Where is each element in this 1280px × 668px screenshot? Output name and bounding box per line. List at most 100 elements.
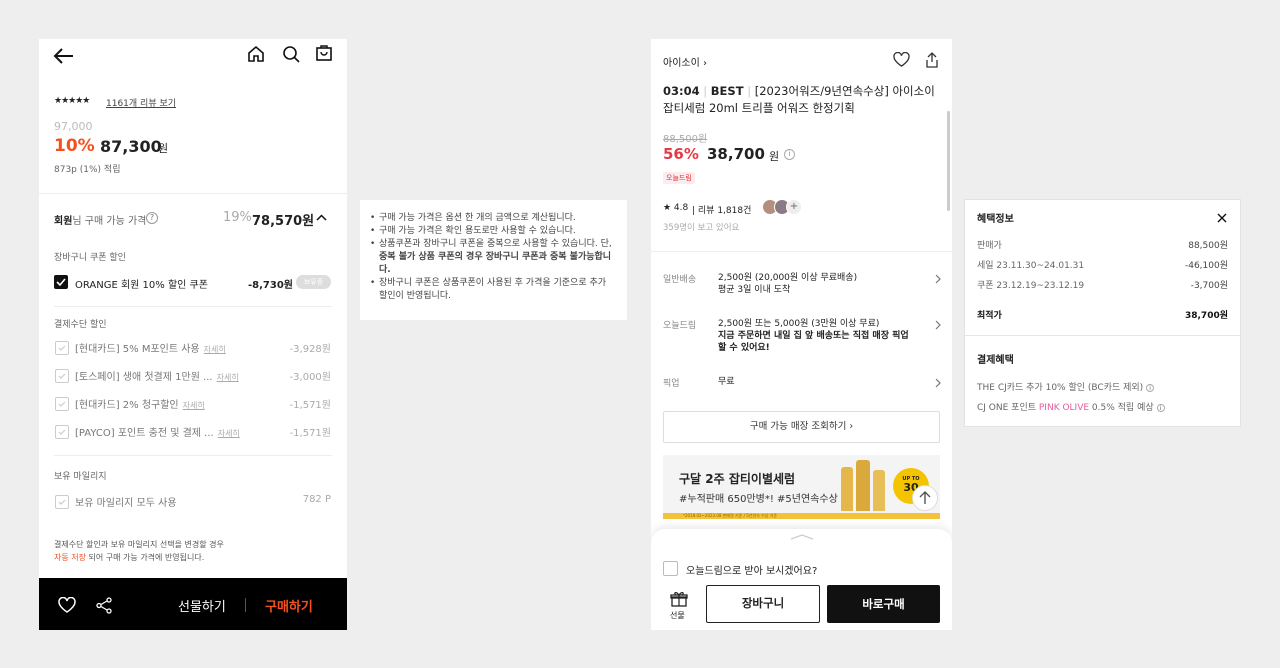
shipping-option-row[interactable]: 일반배송 2,500원 (20,000원 이상 무료배송) 평균 3일 이내 도착 bbox=[663, 272, 941, 308]
payment-amount: -3,928원 bbox=[289, 344, 331, 355]
benefit-row: 세일 23.11.30~24.01.31 -46,100원 bbox=[977, 261, 1228, 271]
payment-discount-row[interactable]: [현대카드] 5% M포인트 사용 자세히 -3,928원 bbox=[55, 338, 331, 358]
serum-bottle-image bbox=[841, 467, 853, 511]
promo-banner[interactable]: 구달 2주 잡티이별세럼 #누적판매 650만병*! #5년연속수상 *2018… bbox=[663, 455, 940, 519]
payment-label: [현대카드] 2% 청구할인 자세히 bbox=[75, 400, 205, 411]
shipping-detail: 2,500원 (20,000원 이상 무료배송) 평균 3일 이내 도착 bbox=[718, 273, 858, 295]
payment-discount-title: 결제수단 할인 bbox=[54, 320, 107, 330]
serum-bottle-image bbox=[873, 470, 885, 511]
scrollbar[interactable] bbox=[947, 111, 950, 211]
info-icon[interactable]: i bbox=[1156, 404, 1165, 412]
gift-box-icon[interactable] bbox=[670, 591, 688, 607]
sheet-handle-icon[interactable] bbox=[790, 534, 814, 540]
scroll-top-button[interactable] bbox=[912, 485, 938, 511]
detail-link[interactable]: 자세히 bbox=[218, 429, 240, 438]
divider bbox=[39, 193, 347, 194]
payment-amount: -3,000원 bbox=[289, 372, 331, 383]
tooltip-note: 상품쿠폰과 장바구니 쿠폰을 중복으로 사용할 수 있습니다. 단, 중복 불가… bbox=[370, 238, 617, 277]
points-text: 873p (1%) 적립 bbox=[54, 165, 121, 175]
rating-stars: ★★★★★ bbox=[54, 96, 90, 106]
banner-footnote: *2018.02~2023.08 판매량 기준 / 5년연속 수상 기준 bbox=[683, 513, 778, 518]
search-icon[interactable] bbox=[282, 45, 300, 63]
price-unit: 원 bbox=[769, 150, 780, 163]
store-lookup-button[interactable]: 구매 가능 매장 조회하기 › bbox=[663, 411, 940, 443]
payment-checkbox[interactable] bbox=[55, 397, 69, 411]
product-detail-panel: 아이소이 › 03:04 | BEST | [2023어워즈/9년연속수상] 아… bbox=[651, 39, 952, 630]
tooltip-note: 장바구니 쿠폰은 상품쿠폰이 사용된 후 가격을 기준으로 추가 할인이 반영됩… bbox=[370, 277, 617, 303]
card-benefit-line: THE CJ카드 추가 10% 할인 (BC카드 제외) i bbox=[977, 380, 1228, 393]
payment-benefit-title: 결제혜택 bbox=[977, 355, 1014, 366]
payment-amount: -1,571원 bbox=[289, 400, 331, 411]
shipping-option-row[interactable]: 픽업 무료 bbox=[663, 376, 941, 412]
lowest-price-row: 최적가 38,700원 bbox=[977, 311, 1228, 321]
chevron-right-icon[interactable] bbox=[935, 274, 941, 284]
buy-now-button[interactable]: 바로구매 bbox=[827, 585, 940, 623]
payment-label: [PAYCO] 포인트 충전 및 결제 ... 자세히 bbox=[75, 428, 240, 439]
chevron-up-icon[interactable] bbox=[316, 214, 327, 221]
info-icon[interactable]: i bbox=[1146, 384, 1155, 392]
chevron-right-icon[interactable] bbox=[935, 378, 941, 388]
banner-subtitle: #누적판매 650만병*! #5년연속수상 bbox=[679, 494, 838, 505]
shipping-option-row[interactable]: 오늘드림 2,500원 또는 5,000원 (3만원 이상 무료) 지금 주문하면 … bbox=[663, 318, 941, 354]
member-price-panel: ★★★★★ 1161개 리뷰 보기 97,000 10% 87,300 원 87… bbox=[39, 39, 347, 630]
chevron-right-icon[interactable] bbox=[935, 320, 941, 330]
mileage-amount: 782 P bbox=[302, 494, 331, 505]
auto-save-link[interactable]: 자동 저장 bbox=[54, 553, 86, 562]
benefit-info-panel: 혜택정보 판매가 88,500원 세일 23.11.30~24.01.31 -46,1… bbox=[964, 199, 1241, 427]
coupon-checkbox[interactable] bbox=[54, 275, 68, 289]
member-rate: 19% bbox=[223, 210, 252, 225]
coupon-amount: -8,730원 bbox=[248, 280, 293, 291]
share-upload-icon[interactable] bbox=[925, 52, 939, 68]
payment-discount-row[interactable]: [PAYCO] 포인트 충전 및 결제 ... 자세히 -1,571원 bbox=[55, 422, 331, 442]
payment-amount: -1,571원 bbox=[289, 428, 331, 439]
share-icon[interactable] bbox=[96, 597, 113, 614]
more-avatars-button[interactable]: + bbox=[786, 199, 802, 215]
gift-button[interactable]: 선물하기 bbox=[178, 596, 226, 615]
today-delivery-checkbox[interactable] bbox=[663, 561, 678, 576]
brand-link[interactable]: 아이소이 › bbox=[663, 54, 707, 69]
cart-button[interactable]: 장바구니 bbox=[706, 585, 820, 623]
today-delivery-tag: 오늘드림 bbox=[663, 172, 695, 184]
heart-icon[interactable] bbox=[58, 597, 76, 613]
cjone-benefit-line: CJ ONE 포인트 PINK OLIVE 0.5% 적립 예상 i bbox=[977, 400, 1228, 413]
shipping-detail: 무료 bbox=[718, 377, 735, 387]
sale-price: 38,700 bbox=[707, 145, 765, 163]
detail-link[interactable]: 자세히 bbox=[183, 401, 205, 410]
payment-checkbox[interactable] bbox=[55, 341, 69, 355]
benefit-title: 혜택정보 bbox=[977, 214, 1014, 225]
help-icon[interactable]: ? bbox=[146, 212, 158, 224]
price-tooltip-panel: 구매 가능 가격은 옵션 한 개의 금액으로 계산됩니다.구매 가능 가격은 확… bbox=[360, 200, 627, 320]
detail-link[interactable]: 자세히 bbox=[217, 373, 239, 382]
review-link[interactable]: 1161개 리뷰 보기 bbox=[106, 96, 176, 109]
review-count[interactable]: | 리뷰 1,818건 bbox=[692, 203, 751, 216]
price-notice: 결제수단 할인과 보유 마일리지 선택을 변경할 경우 자동 저장 되어 구매 … bbox=[54, 540, 224, 562]
info-icon[interactable]: i bbox=[784, 149, 795, 160]
payment-discount-row[interactable]: [토스페이] 생애 첫결제 1만원 ... 자세히 -3,000원 bbox=[55, 366, 331, 386]
bottom-action-bar: 선물하기 구매하기 bbox=[39, 578, 347, 630]
divider bbox=[245, 598, 246, 612]
tooltip-note: 구매 가능 가격은 옵션 한 개의 금액으로 계산됩니다. bbox=[370, 212, 617, 225]
divider bbox=[651, 251, 952, 252]
tooltip-note: 구매 가능 가격은 확인 용도로만 사용할 수 있습니다. bbox=[370, 225, 617, 238]
member-price-label: 회원님 구매 가능 가격 bbox=[54, 216, 147, 227]
home-icon[interactable] bbox=[247, 45, 265, 63]
buy-button[interactable]: 구매하기 bbox=[265, 596, 313, 615]
detail-link[interactable]: 자세히 bbox=[204, 345, 226, 354]
mileage-label: 보유 마일리지 모두 사용 bbox=[75, 498, 177, 509]
rating: ★ 4.8 bbox=[663, 203, 689, 213]
payment-checkbox[interactable] bbox=[55, 425, 69, 439]
heart-icon[interactable] bbox=[893, 52, 910, 67]
payment-discount-row[interactable]: [현대카드] 2% 청구할인 자세히 -1,571원 bbox=[55, 394, 331, 414]
original-price: 88,500원 bbox=[663, 134, 708, 145]
mileage-row[interactable]: 보유 마일리지 모두 사용 782 P bbox=[55, 492, 331, 512]
today-delivery-label: 오늘드림으로 받아 보시겠어요? bbox=[686, 566, 818, 577]
price-unit: 원 bbox=[158, 142, 169, 155]
original-price: 97,000 bbox=[54, 120, 93, 133]
back-arrow-icon[interactable] bbox=[53, 47, 75, 65]
mileage-checkbox[interactable] bbox=[55, 495, 69, 509]
product-title: 03:04 | BEST | [2023어워즈/9년연속수상] 아이소이 잡티세… bbox=[663, 84, 935, 115]
close-icon[interactable] bbox=[1217, 213, 1227, 223]
benefit-row: 쿠폰 23.12.19~23.12.19 -3,700원 bbox=[977, 281, 1228, 291]
payment-checkbox[interactable] bbox=[55, 369, 69, 383]
shopping-bag-icon[interactable] bbox=[315, 44, 333, 62]
